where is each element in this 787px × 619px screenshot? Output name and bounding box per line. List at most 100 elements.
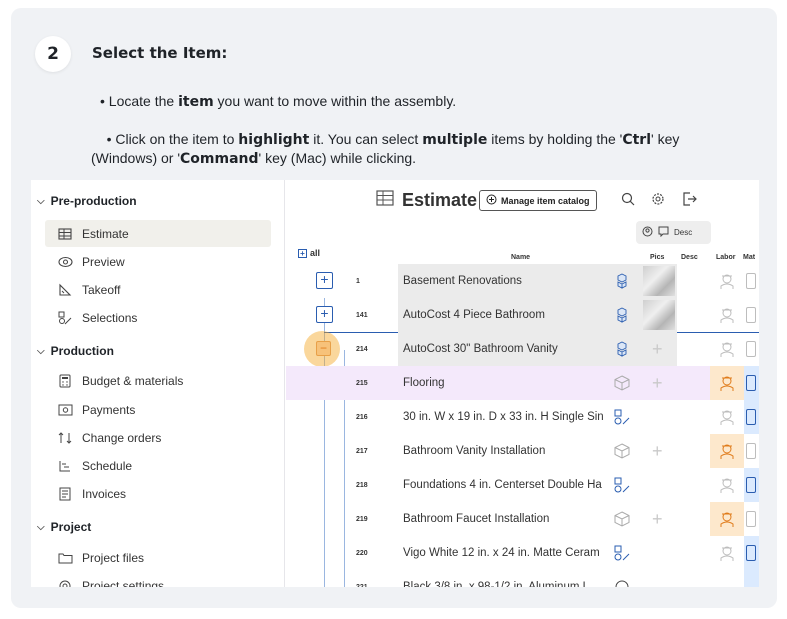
- takeoff-icon: [57, 282, 73, 298]
- table-row[interactable]: 219 Bathroom Faucet Installation +: [286, 502, 759, 536]
- mat-cell[interactable]: [744, 536, 759, 570]
- desc-cell[interactable]: [677, 536, 708, 570]
- mat-cell[interactable]: [744, 400, 759, 434]
- sidebar-item-change-orders[interactable]: Change orders: [45, 424, 271, 451]
- section-pre-production[interactable]: ⌵ Pre-production: [37, 194, 137, 208]
- pics-cell[interactable]: [641, 400, 677, 434]
- gear-icon[interactable]: [651, 192, 665, 211]
- expand-all-toggle[interactable]: + all: [298, 248, 320, 258]
- sidebar-item-project-files[interactable]: Project files: [45, 544, 271, 571]
- worker-icon: [719, 340, 735, 363]
- labor-cell[interactable]: [710, 264, 744, 298]
- labor-cell[interactable]: [710, 434, 744, 468]
- labor-cell[interactable]: [710, 502, 744, 536]
- cube-icon: [613, 442, 631, 460]
- column-header-mat[interactable]: Mat: [743, 254, 755, 261]
- selection-item-icon: [613, 476, 631, 494]
- item-thumbnail: [643, 300, 675, 330]
- pics-cell[interactable]: [641, 298, 677, 332]
- table-row[interactable]: 216 30 in. W x 19 in. D x 33 in. H Singl…: [286, 400, 759, 434]
- column-header-labor[interactable]: Labor: [716, 254, 735, 261]
- search-icon[interactable]: [621, 192, 635, 211]
- desc-cell[interactable]: [677, 366, 708, 400]
- section-label: Pre-production: [50, 194, 137, 208]
- catalog-button-label: Manage item catalog: [501, 195, 590, 206]
- worker-icon: [719, 476, 735, 499]
- desc-cell[interactable]: [677, 332, 708, 366]
- sidebar-item-project-settings[interactable]: Project settings: [45, 572, 271, 587]
- mat-cell[interactable]: [744, 366, 759, 400]
- mat-cell[interactable]: [744, 570, 759, 587]
- table-row[interactable]: + 1 Basement Renovations: [286, 264, 759, 298]
- desc-cell[interactable]: [677, 434, 708, 468]
- cube-icon: [613, 510, 631, 528]
- labor-cell[interactable]: [710, 570, 744, 587]
- mat-cell[interactable]: [744, 502, 759, 536]
- table-row[interactable]: 221 Black 3/8 in. x 98-1/2 in. Aluminum …: [286, 570, 759, 587]
- table-row[interactable]: 220 Vigo White 12 in. x 24 in. Matte Cer…: [286, 536, 759, 570]
- labor-cell[interactable]: [710, 366, 744, 400]
- invoice-icon: [57, 486, 73, 502]
- sidebar-item-invoices[interactable]: Invoices: [45, 480, 271, 507]
- row-number: 141: [356, 311, 368, 319]
- desc-cell[interactable]: [677, 298, 708, 332]
- sidebar-item-budget[interactable]: Budget & materials: [45, 367, 271, 394]
- mat-cell[interactable]: [744, 434, 759, 468]
- pics-cell[interactable]: [641, 536, 677, 570]
- worker-icon: [719, 408, 735, 431]
- expand-icon[interactable]: +: [316, 272, 333, 289]
- pics-cell[interactable]: +: [641, 366, 677, 400]
- sidebar-item-takeoff[interactable]: Takeoff: [45, 276, 271, 303]
- selection-item-icon: [613, 544, 631, 562]
- desc-cell[interactable]: [677, 502, 708, 536]
- table-row[interactable]: 215 Flooring +: [286, 366, 759, 400]
- pics-cell[interactable]: [641, 264, 677, 298]
- sidebar-item-selections[interactable]: Selections: [45, 304, 271, 331]
- cube-icon: [613, 374, 631, 392]
- labor-cell[interactable]: [710, 468, 744, 502]
- desc-cell[interactable]: [677, 400, 708, 434]
- export-icon[interactable]: [682, 192, 697, 211]
- mat-cell[interactable]: [744, 264, 759, 298]
- row-number: 221: [356, 583, 368, 588]
- section-production[interactable]: ⌵ Production: [37, 344, 114, 358]
- mat-cell[interactable]: [744, 332, 759, 366]
- sidebar-item-label: Schedule: [82, 458, 133, 473]
- labor-cell[interactable]: [710, 332, 744, 366]
- column-view-toggle[interactable]: Desc: [636, 221, 711, 244]
- desc-cell[interactable]: [677, 264, 708, 298]
- column-header-pics[interactable]: Pics: [650, 254, 664, 261]
- chevron-down-icon: ⌵: [37, 521, 45, 533]
- labor-cell[interactable]: [710, 400, 744, 434]
- worker-icon: [719, 510, 735, 533]
- sidebar-item-schedule[interactable]: Schedule: [45, 452, 271, 479]
- row-name: AutoCost 4 Piece Bathroom: [398, 298, 641, 332]
- mat-cell[interactable]: [744, 468, 759, 502]
- row-name: Basement Renovations: [398, 264, 641, 298]
- sidebar-item-payments[interactable]: Payments: [45, 396, 271, 423]
- desc-cell[interactable]: [677, 468, 708, 502]
- sidebar-item-preview[interactable]: Preview: [45, 248, 271, 275]
- pics-cell[interactable]: +: [641, 332, 677, 366]
- collapse-icon[interactable]: −: [316, 341, 331, 356]
- section-project[interactable]: ⌵ Project: [37, 520, 91, 534]
- table-row[interactable]: 218 Foundations 4 in. Centerset Double H…: [286, 468, 759, 502]
- table-row[interactable]: 217 Bathroom Vanity Installation +: [286, 434, 759, 468]
- manage-item-catalog-button[interactable]: Manage item catalog: [479, 190, 597, 211]
- column-header-desc[interactable]: Desc: [681, 254, 698, 261]
- labor-cell[interactable]: [710, 298, 744, 332]
- pics-cell[interactable]: +: [641, 434, 677, 468]
- expand-icon[interactable]: +: [316, 306, 333, 323]
- pics-cell[interactable]: +: [641, 502, 677, 536]
- column-header-name[interactable]: Name: [511, 254, 530, 261]
- sidebar-item-estimate[interactable]: Estimate: [45, 220, 271, 247]
- mat-cell[interactable]: [744, 298, 759, 332]
- eye-icon: [57, 254, 73, 270]
- row-number: 215: [356, 379, 368, 387]
- labor-cell[interactable]: [710, 536, 744, 570]
- pics-cell[interactable]: [641, 468, 677, 502]
- add-icon: +: [652, 441, 663, 461]
- table-row[interactable]: + 141 AutoCost 4 Piece Bathroom: [286, 298, 759, 332]
- table-row[interactable]: − 214 AutoCost 30" Bathroom Vanity +: [286, 331, 759, 367]
- catalog-icon: [486, 194, 497, 207]
